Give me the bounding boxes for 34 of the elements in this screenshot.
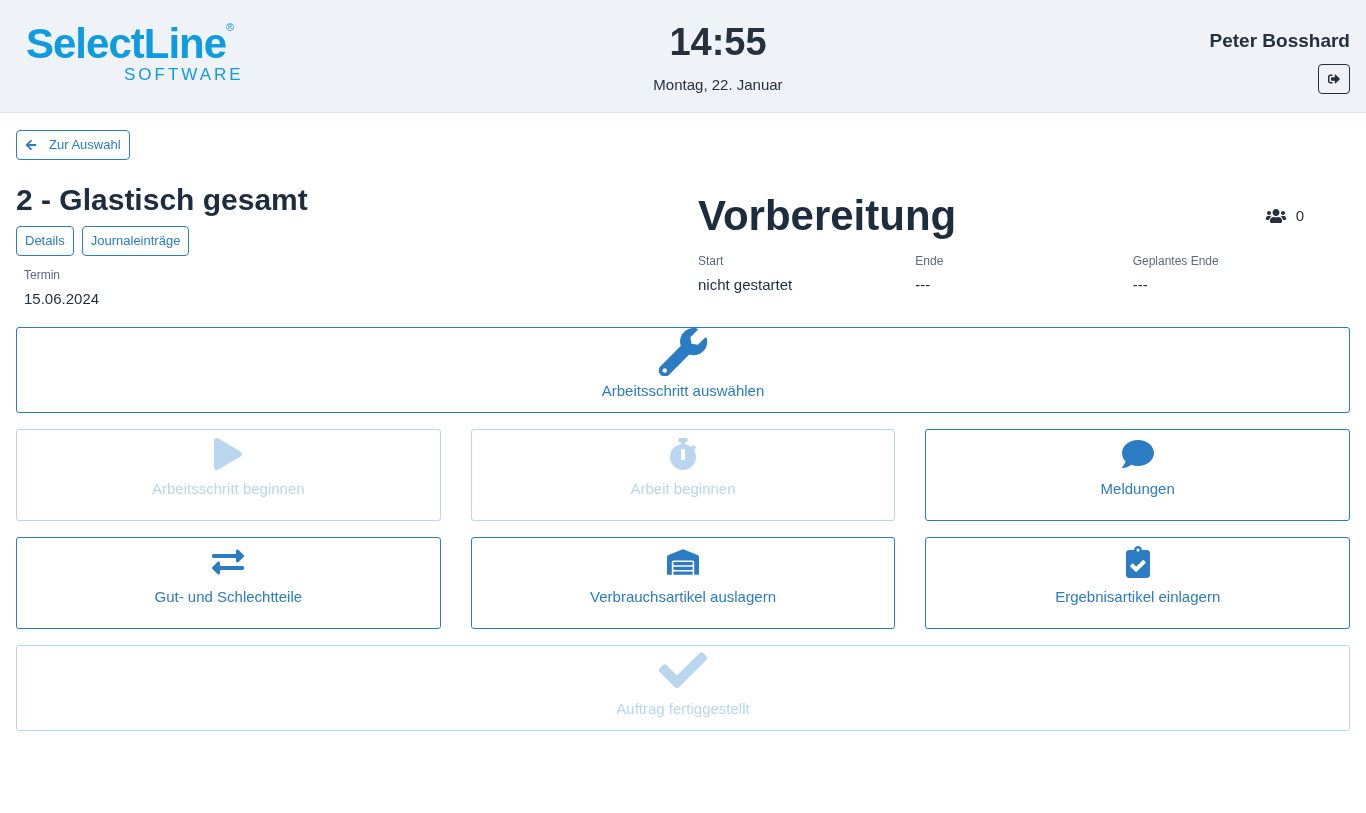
action-tile-button[interactable]: Arbeitsschritt auswählen	[16, 326, 1350, 413]
worker-count: 0	[1295, 205, 1304, 226]
field-value: ---	[915, 275, 932, 295]
field-value: nicht gestartet	[698, 275, 794, 295]
logout-button[interactable]	[1318, 63, 1350, 94]
clock-date: Montag, 22. Januar	[653, 75, 783, 95]
order-title: 2 - Glastisch gesamt	[16, 182, 309, 218]
action-tile-button[interactable]: Ergebnisartikel einlagern	[925, 536, 1350, 629]
action-tile-button[interactable]: Meldungen	[925, 428, 1350, 521]
order-tab-button[interactable]: Journaleinträge	[81, 226, 190, 256]
registered-mark: ®	[226, 22, 235, 33]
field-label: Ende	[915, 253, 945, 270]
status-title: Vorbereitung	[698, 192, 957, 240]
speech-bubble-icon	[1121, 438, 1154, 470]
order-tab-button[interactable]: Details	[16, 226, 74, 256]
user-name: Peter Bosshard	[1209, 29, 1350, 53]
users-icon	[1265, 208, 1286, 224]
field-label: Start	[698, 253, 725, 270]
play-icon	[212, 438, 245, 470]
logout-icon	[1328, 72, 1340, 85]
stopwatch-icon	[667, 438, 699, 470]
wrench-icon	[658, 327, 708, 376]
logo-subtitle: SOFTWARE	[124, 66, 244, 84]
field-label: Geplantes Ende	[1132, 253, 1220, 270]
field-value: 15.06.2024	[24, 289, 101, 309]
arrow-left-icon	[25, 139, 37, 151]
field-label: Termin	[24, 267, 61, 284]
action-tile-button[interactable]: Gut- und Schlechtteile	[16, 536, 441, 629]
warehouse-icon	[667, 546, 699, 578]
clock-time: 14:55	[669, 20, 767, 64]
logo-wordmark: SelectLine	[26, 22, 227, 66]
action-tile-button[interactable]: Verbrauchsartikel auslagern	[470, 536, 896, 629]
field-value: ---	[1132, 275, 1149, 295]
back-button[interactable]: Zur Auswahl	[16, 130, 130, 160]
